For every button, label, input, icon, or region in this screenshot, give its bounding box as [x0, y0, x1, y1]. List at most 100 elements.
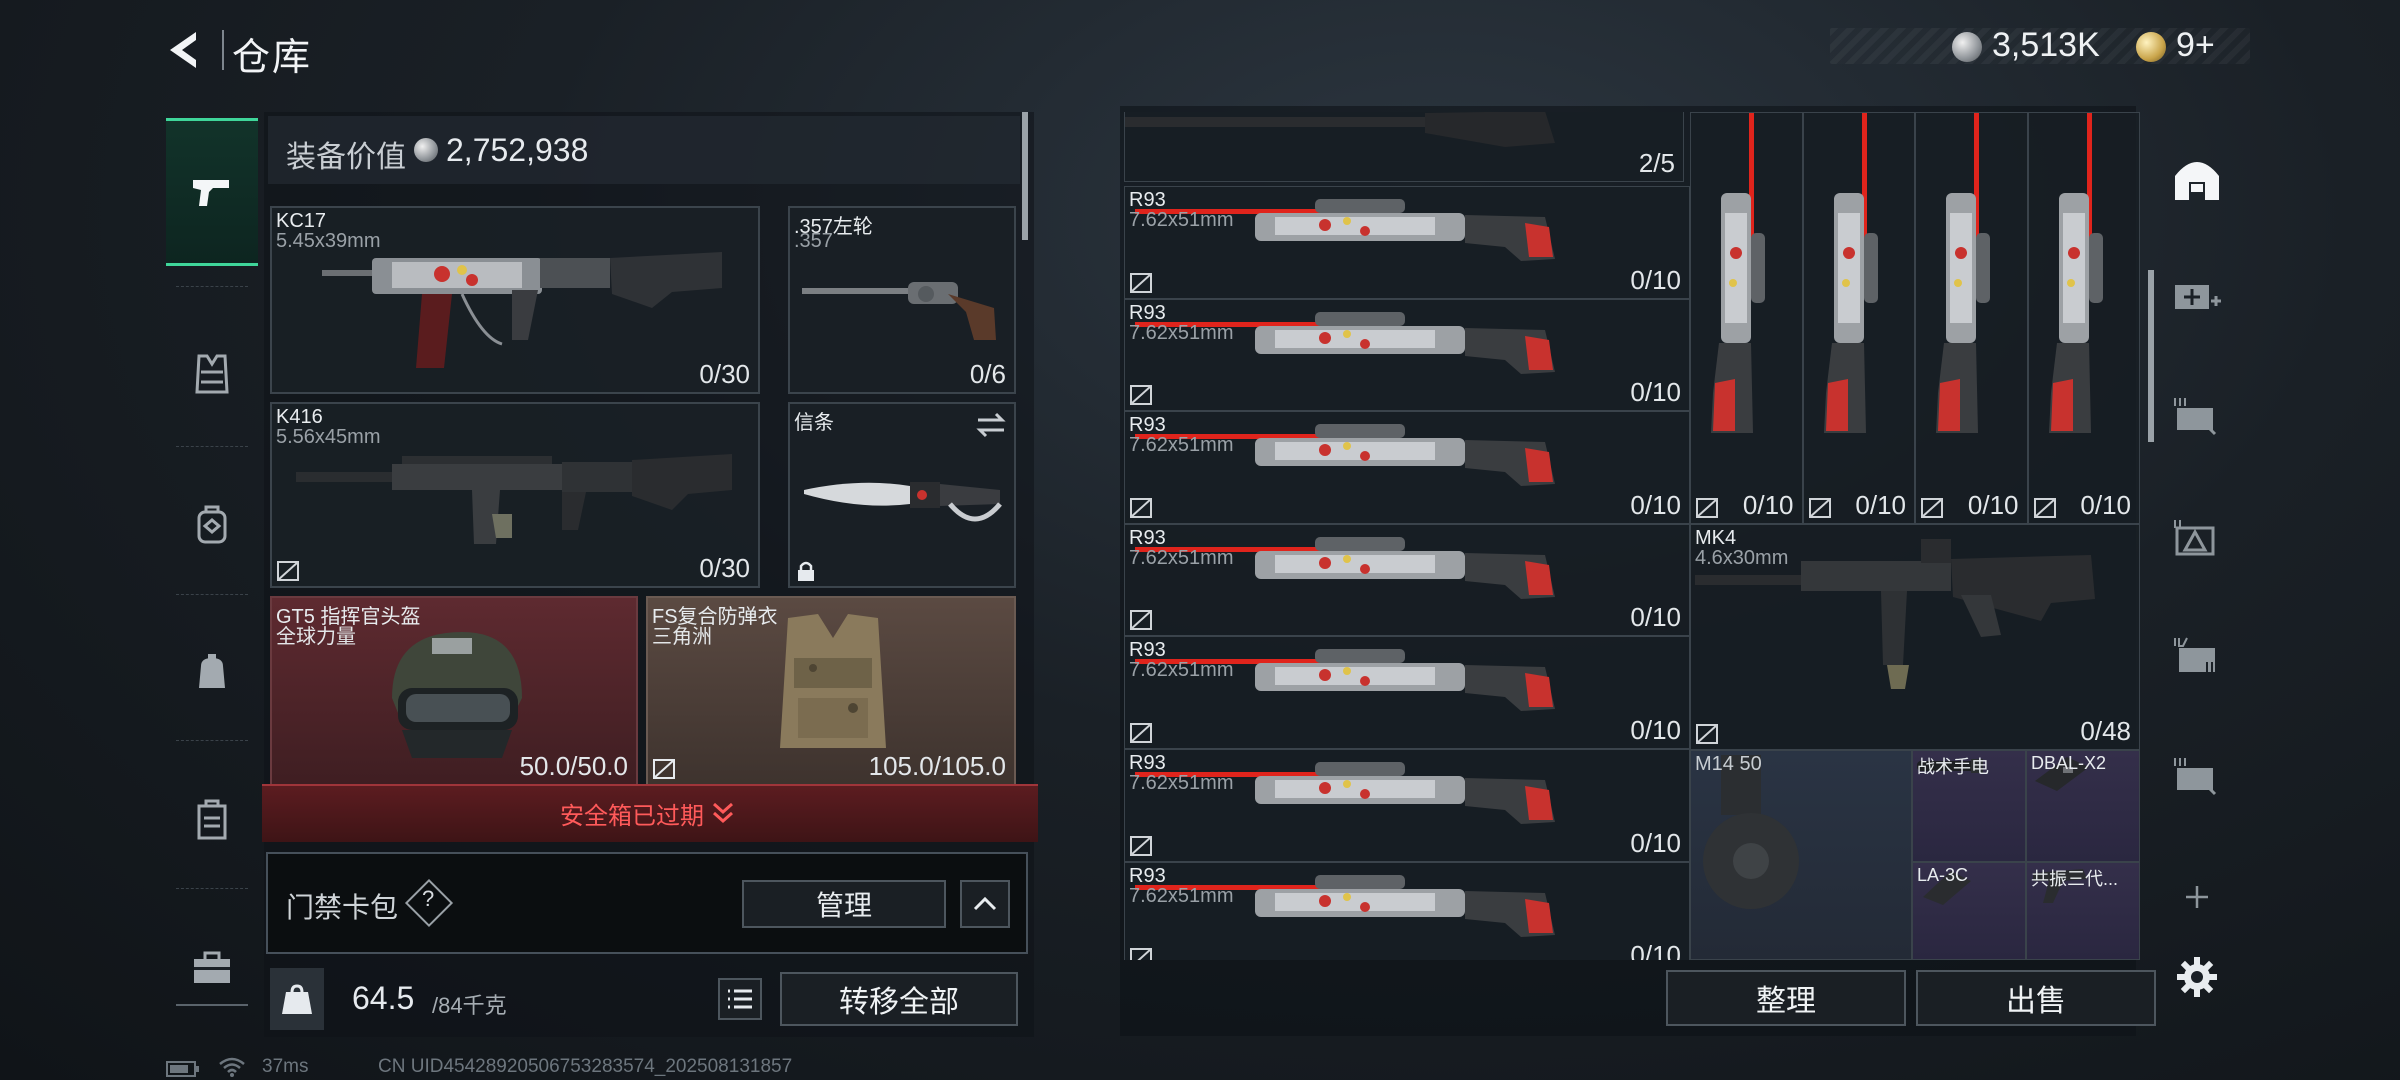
battery-icon	[166, 1061, 199, 1077]
back-button[interactable]	[162, 26, 210, 74]
vertical-rifles: 0/10 0/10 0/10 0/10	[1690, 112, 2140, 524]
slot-item-caliber: 5.45x39mm	[276, 230, 381, 252]
list-view-button[interactable]	[718, 978, 762, 1020]
slot-item-name: DBAL-X2	[2031, 753, 2107, 773]
user-uid: CN UID45428920506753283574_202508131857	[378, 1056, 793, 1077]
storage-item-attachment[interactable]: DBAL-X2	[2026, 750, 2140, 862]
storage-tab-container-iii-b[interactable]	[2164, 742, 2230, 808]
rifle-k416-image	[296, 454, 732, 544]
no-insure-icon	[1130, 948, 1152, 960]
slot-ammo-count: 0/10	[1855, 490, 1906, 520]
carry-weight: 64.5	[352, 980, 415, 1016]
slot-ammo-count: 0/10	[1630, 714, 1681, 745]
sort-button[interactable]: 整理	[1666, 970, 1906, 1026]
folder-iv-icon	[2174, 637, 2215, 672]
slot-item-faction: 全球力量	[276, 626, 356, 648]
slot-ammo-count: 0/10	[1967, 490, 2019, 520]
primary-weapon-slot[interactable]: KC17 5.45x39mm 0/30	[270, 206, 760, 394]
plus-icon	[2186, 886, 2208, 908]
no-insure-icon	[1696, 724, 1718, 744]
case-iii-icon	[2174, 398, 2217, 436]
no-insure-icon	[1921, 498, 1943, 518]
sniper-r93-vertical-image	[1936, 113, 1990, 433]
slot-ammo-count: 0/30	[699, 359, 750, 389]
settings-button[interactable]	[2164, 944, 2230, 1010]
manage-button[interactable]: 管理	[742, 880, 946, 928]
slot-ammo-count: 0/6	[969, 359, 1006, 389]
chest-rig-icon	[195, 354, 229, 394]
no-insure-icon	[653, 759, 675, 779]
knife-image	[804, 482, 1002, 522]
armor-slot[interactable]: FS复合防弹衣 三角洲 105.0/105.0	[646, 596, 1016, 786]
category-cases[interactable]	[166, 898, 258, 1038]
storage-item-r93-vertical[interactable]: 0/10	[2027, 112, 2140, 524]
category-safebox[interactable]	[166, 750, 258, 890]
category-backpack[interactable]	[166, 454, 258, 594]
sniper-r93-image	[1135, 199, 1555, 261]
currency-gold-amount[interactable]: 9+	[2176, 26, 2215, 65]
page-title: 仓库	[232, 37, 313, 79]
storage-tab-medical[interactable]	[2164, 262, 2230, 328]
sidearm-slot[interactable]: .357左轮 .357 0/6	[788, 206, 1016, 394]
secondary-weapon-slot[interactable]: K416 5.56x45mm 0/30	[270, 402, 760, 588]
transfer-all-button[interactable]: 转移全部	[780, 972, 1018, 1026]
collapse-button[interactable]	[960, 880, 1010, 928]
equipment-value-label: 装备价值	[286, 141, 406, 174]
slot-ammo-count: 0/10	[1630, 940, 1681, 960]
storage-tab-main[interactable]	[2164, 146, 2230, 212]
pouch-icon	[199, 654, 225, 688]
category-weapons[interactable]	[166, 118, 258, 266]
back-arrow-icon	[170, 32, 196, 68]
title-divider	[222, 30, 224, 70]
category-rail	[166, 108, 258, 1008]
swap-icon[interactable]	[976, 412, 1006, 438]
helmet-slot[interactable]: GT5 指挥官头盔 全球力量 50.0/50.0	[270, 596, 638, 786]
safe-box-expired-label: 安全箱已过期	[560, 803, 704, 830]
sell-button[interactable]: 出售	[1916, 970, 2156, 1026]
slot-ammo-count: 0/10	[1630, 264, 1681, 295]
storage-item-r93-vertical[interactable]: 0/10	[1690, 112, 1803, 524]
category-pouch[interactable]	[166, 602, 258, 742]
slot-item-caliber: 7.62x51mm	[1129, 434, 1234, 457]
storage-item-r93[interactable]: R93 7.62x51mm 0/10	[1124, 861, 1690, 960]
no-insure-icon	[1130, 835, 1152, 856]
sniper-r93-image	[1135, 874, 1555, 937]
slot-ammo-count: 2/5	[1638, 148, 1675, 178]
storage-item-attachment[interactable]: 共振三代...	[2026, 862, 2140, 960]
storage-scrollbar[interactable]	[2148, 270, 2154, 442]
storage-item-r93[interactable]: R93 7.62x51mm 0/10	[1124, 523, 1690, 637]
equipment-scrollbar[interactable]	[1022, 112, 1028, 240]
storage-item-r93[interactable]: R93 7.62x51mm 0/10	[1124, 186, 1690, 299]
melee-slot[interactable]: 信条	[788, 402, 1016, 588]
storage-item-r93[interactable]: R93 7.62x51mm 0/10	[1124, 749, 1690, 862]
no-insure-icon	[1130, 610, 1152, 631]
slot-item-name: 战术手电	[1917, 757, 1989, 777]
storage-item-r93[interactable]: R93 7.62x51mm 0/10	[1124, 636, 1690, 749]
case-triangle-icon	[2174, 520, 2215, 556]
slot-item-name: M14 50	[1695, 753, 1762, 775]
storage-item[interactable]: 2/5	[1124, 112, 1684, 182]
storage-item-m14-magazine[interactable]: M14 50	[1690, 750, 1912, 960]
slot-ammo-count: 0/10	[1630, 377, 1681, 408]
currency-silver-amount: 3,513K	[1992, 26, 2100, 64]
slot-ammo-count: 0/10	[1742, 490, 1794, 520]
storage-tab-container-ii[interactable]	[2164, 504, 2230, 570]
storage-item-attachment[interactable]: LA-3C	[1912, 862, 2026, 960]
storage-tab-container-iv[interactable]	[2164, 622, 2230, 688]
storage-tab-container-3[interactable]	[2164, 382, 2230, 448]
sniper-r93-vertical-image	[2048, 113, 2103, 433]
slot-item-caliber: 4.6x30mm	[1695, 547, 1789, 569]
help-glyph: ?	[422, 886, 435, 911]
storage-item-r93-vertical[interactable]: 0/10	[1802, 112, 1915, 524]
slot-ammo-count: 0/10	[2080, 490, 2131, 520]
storage-item-r93[interactable]: R93 7.62x51mm 0/10	[1124, 411, 1690, 524]
storage-item-r93-vertical[interactable]: 0/10	[1915, 112, 2028, 524]
slot-item-caliber: 7.62x51mm	[1129, 209, 1234, 231]
slot-ammo-count: 0/30	[699, 553, 750, 583]
storage-item-r93[interactable]: R93 7.62x51mm 0/10	[1124, 298, 1690, 412]
equipment-value: 2,752,938	[446, 132, 589, 168]
add-container-button[interactable]	[2164, 864, 2230, 930]
storage-item-mk4[interactable]: MK4 4.6x30mm 0/48	[1690, 524, 2140, 750]
storage-item-attachment[interactable]: 战术手电	[1912, 750, 2026, 862]
category-vest[interactable]	[166, 304, 258, 444]
